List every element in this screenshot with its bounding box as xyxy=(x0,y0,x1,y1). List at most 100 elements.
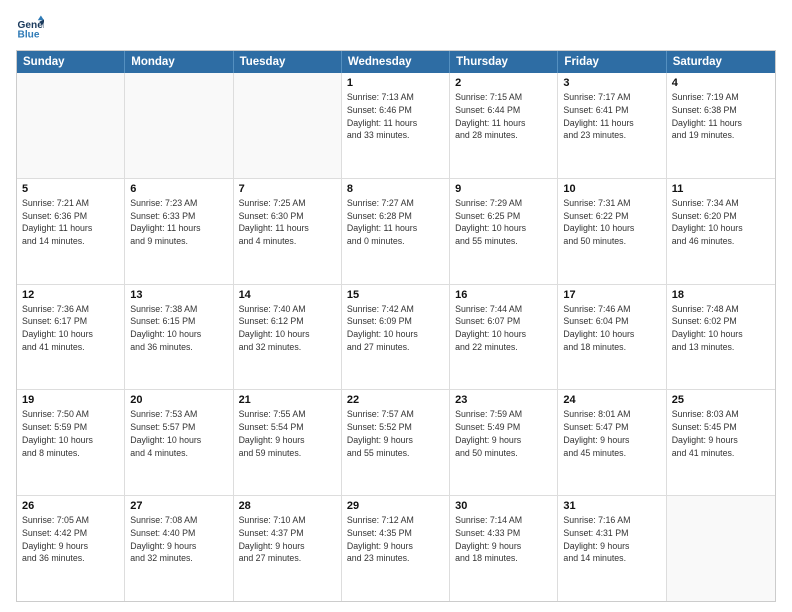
day-number: 8 xyxy=(347,183,444,195)
day-info: Sunrise: 7:23 AM Sunset: 6:33 PM Dayligh… xyxy=(130,197,227,248)
calendar: SundayMondayTuesdayWednesdayThursdayFrid… xyxy=(16,50,776,602)
day-header-saturday: Saturday xyxy=(667,51,775,73)
day-cell-17: 17 Sunrise: 7:46 AM Sunset: 6:04 PM Dayli… xyxy=(558,285,666,390)
day-number: 4 xyxy=(672,77,770,89)
day-header-wednesday: Wednesday xyxy=(342,51,450,73)
day-info: Sunrise: 7:55 AM Sunset: 5:54 PM Dayligh… xyxy=(239,408,336,459)
day-info: Sunrise: 8:03 AM Sunset: 5:45 PM Dayligh… xyxy=(672,408,770,459)
day-number: 12 xyxy=(22,289,119,301)
day-number: 7 xyxy=(239,183,336,195)
day-number: 2 xyxy=(455,77,552,89)
day-number: 5 xyxy=(22,183,119,195)
calendar-header: SundayMondayTuesdayWednesdayThursdayFrid… xyxy=(17,51,775,73)
day-number: 17 xyxy=(563,289,660,301)
page-header: General Blue xyxy=(16,14,776,42)
day-cell-12: 12 Sunrise: 7:36 AM Sunset: 6:17 PM Dayli… xyxy=(17,285,125,390)
day-cell-22: 22Sunrise: 7:57 AM Sunset: 5:52 PM Dayli… xyxy=(342,390,450,495)
day-cell-8: 8 Sunrise: 7:27 AM Sunset: 6:28 PM Daylig… xyxy=(342,179,450,284)
logo: General Blue xyxy=(16,14,44,42)
day-info: Sunrise: 7:53 AM Sunset: 5:57 PM Dayligh… xyxy=(130,408,227,459)
day-cell-11: 11 Sunrise: 7:34 AM Sunset: 6:20 PM Dayli… xyxy=(667,179,775,284)
empty-cell xyxy=(234,73,342,178)
day-info: Sunrise: 7:25 AM Sunset: 6:30 PM Dayligh… xyxy=(239,197,336,248)
day-info: Sunrise: 7:27 AM Sunset: 6:28 PM Dayligh… xyxy=(347,197,444,248)
calendar-body: 1Sunrise: 7:13 AM Sunset: 6:46 PM Daylig… xyxy=(17,73,775,601)
day-number: 26 xyxy=(22,500,119,512)
empty-cell xyxy=(17,73,125,178)
day-info: Sunrise: 8:01 AM Sunset: 5:47 PM Dayligh… xyxy=(563,408,660,459)
week-row-2: 5 Sunrise: 7:21 AM Sunset: 6:36 PM Daylig… xyxy=(17,178,775,284)
day-number: 23 xyxy=(455,394,552,406)
day-number: 9 xyxy=(455,183,552,195)
week-row-4: 19Sunrise: 7:50 AM Sunset: 5:59 PM Dayli… xyxy=(17,389,775,495)
day-info: Sunrise: 7:17 AM Sunset: 6:41 PM Dayligh… xyxy=(563,91,660,142)
day-info: Sunrise: 7:42 AM Sunset: 6:09 PM Dayligh… xyxy=(347,303,444,354)
day-info: Sunrise: 7:12 AM Sunset: 4:35 PM Dayligh… xyxy=(347,514,444,565)
day-info: Sunrise: 7:10 AM Sunset: 4:37 PM Dayligh… xyxy=(239,514,336,565)
day-cell-20: 20Sunrise: 7:53 AM Sunset: 5:57 PM Dayli… xyxy=(125,390,233,495)
day-number: 29 xyxy=(347,500,444,512)
day-cell-16: 16 Sunrise: 7:44 AM Sunset: 6:07 PM Dayli… xyxy=(450,285,558,390)
day-cell-31: 31 Sunrise: 7:16 AM Sunset: 4:31 PM Dayli… xyxy=(558,496,666,601)
day-number: 6 xyxy=(130,183,227,195)
day-info: Sunrise: 7:34 AM Sunset: 6:20 PM Dayligh… xyxy=(672,197,770,248)
day-info: Sunrise: 7:16 AM Sunset: 4:31 PM Dayligh… xyxy=(563,514,660,565)
svg-text:Blue: Blue xyxy=(18,29,40,40)
day-cell-10: 10Sunrise: 7:31 AM Sunset: 6:22 PM Dayli… xyxy=(558,179,666,284)
day-info: Sunrise: 7:40 AM Sunset: 6:12 PM Dayligh… xyxy=(239,303,336,354)
day-header-monday: Monday xyxy=(125,51,233,73)
day-number: 16 xyxy=(455,289,552,301)
day-cell-26: 26 Sunrise: 7:05 AM Sunset: 4:42 PM Dayli… xyxy=(17,496,125,601)
day-cell-29: 29 Sunrise: 7:12 AM Sunset: 4:35 PM Dayli… xyxy=(342,496,450,601)
day-number: 13 xyxy=(130,289,227,301)
day-cell-15: 15 Sunrise: 7:42 AM Sunset: 6:09 PM Dayli… xyxy=(342,285,450,390)
day-cell-7: 7 Sunrise: 7:25 AM Sunset: 6:30 PM Daylig… xyxy=(234,179,342,284)
day-cell-19: 19Sunrise: 7:50 AM Sunset: 5:59 PM Dayli… xyxy=(17,390,125,495)
day-info: Sunrise: 7:21 AM Sunset: 6:36 PM Dayligh… xyxy=(22,197,119,248)
day-number: 22 xyxy=(347,394,444,406)
day-cell-30: 30 Sunrise: 7:14 AM Sunset: 4:33 PM Dayli… xyxy=(450,496,558,601)
day-cell-14: 14 Sunrise: 7:40 AM Sunset: 6:12 PM Dayli… xyxy=(234,285,342,390)
day-cell-1: 1Sunrise: 7:13 AM Sunset: 6:46 PM Daylig… xyxy=(342,73,450,178)
week-row-1: 1Sunrise: 7:13 AM Sunset: 6:46 PM Daylig… xyxy=(17,73,775,178)
day-cell-21: 21 Sunrise: 7:55 AM Sunset: 5:54 PM Dayli… xyxy=(234,390,342,495)
day-number: 31 xyxy=(563,500,660,512)
day-info: Sunrise: 7:38 AM Sunset: 6:15 PM Dayligh… xyxy=(130,303,227,354)
empty-cell xyxy=(125,73,233,178)
day-info: Sunrise: 7:14 AM Sunset: 4:33 PM Dayligh… xyxy=(455,514,552,565)
day-info: Sunrise: 7:19 AM Sunset: 6:38 PM Dayligh… xyxy=(672,91,770,142)
day-cell-27: 27Sunrise: 7:08 AM Sunset: 4:40 PM Dayli… xyxy=(125,496,233,601)
day-info: Sunrise: 7:46 AM Sunset: 6:04 PM Dayligh… xyxy=(563,303,660,354)
day-header-thursday: Thursday xyxy=(450,51,558,73)
day-info: Sunrise: 7:50 AM Sunset: 5:59 PM Dayligh… xyxy=(22,408,119,459)
day-number: 14 xyxy=(239,289,336,301)
day-number: 3 xyxy=(563,77,660,89)
day-cell-5: 5 Sunrise: 7:21 AM Sunset: 6:36 PM Daylig… xyxy=(17,179,125,284)
day-info: Sunrise: 7:48 AM Sunset: 6:02 PM Dayligh… xyxy=(672,303,770,354)
day-cell-4: 4 Sunrise: 7:19 AM Sunset: 6:38 PM Daylig… xyxy=(667,73,775,178)
day-number: 1 xyxy=(347,77,444,89)
empty-cell xyxy=(667,496,775,601)
day-info: Sunrise: 7:36 AM Sunset: 6:17 PM Dayligh… xyxy=(22,303,119,354)
day-number: 24 xyxy=(563,394,660,406)
day-info: Sunrise: 7:59 AM Sunset: 5:49 PM Dayligh… xyxy=(455,408,552,459)
day-header-sunday: Sunday xyxy=(17,51,125,73)
day-cell-9: 9Sunrise: 7:29 AM Sunset: 6:25 PM Daylig… xyxy=(450,179,558,284)
week-row-5: 26 Sunrise: 7:05 AM Sunset: 4:42 PM Dayli… xyxy=(17,495,775,601)
day-header-friday: Friday xyxy=(558,51,666,73)
day-number: 21 xyxy=(239,394,336,406)
day-cell-18: 18Sunrise: 7:48 AM Sunset: 6:02 PM Dayli… xyxy=(667,285,775,390)
day-info: Sunrise: 7:05 AM Sunset: 4:42 PM Dayligh… xyxy=(22,514,119,565)
day-info: Sunrise: 7:44 AM Sunset: 6:07 PM Dayligh… xyxy=(455,303,552,354)
day-number: 11 xyxy=(672,183,770,195)
day-info: Sunrise: 7:08 AM Sunset: 4:40 PM Dayligh… xyxy=(130,514,227,565)
day-number: 30 xyxy=(455,500,552,512)
day-cell-23: 23 Sunrise: 7:59 AM Sunset: 5:49 PM Dayli… xyxy=(450,390,558,495)
day-number: 25 xyxy=(672,394,770,406)
day-number: 15 xyxy=(347,289,444,301)
week-row-3: 12 Sunrise: 7:36 AM Sunset: 6:17 PM Dayli… xyxy=(17,284,775,390)
day-cell-28: 28Sunrise: 7:10 AM Sunset: 4:37 PM Dayli… xyxy=(234,496,342,601)
day-cell-24: 24 Sunrise: 8:01 AM Sunset: 5:47 PM Dayli… xyxy=(558,390,666,495)
day-cell-25: 25 Sunrise: 8:03 AM Sunset: 5:45 PM Dayli… xyxy=(667,390,775,495)
day-cell-13: 13 Sunrise: 7:38 AM Sunset: 6:15 PM Dayli… xyxy=(125,285,233,390)
